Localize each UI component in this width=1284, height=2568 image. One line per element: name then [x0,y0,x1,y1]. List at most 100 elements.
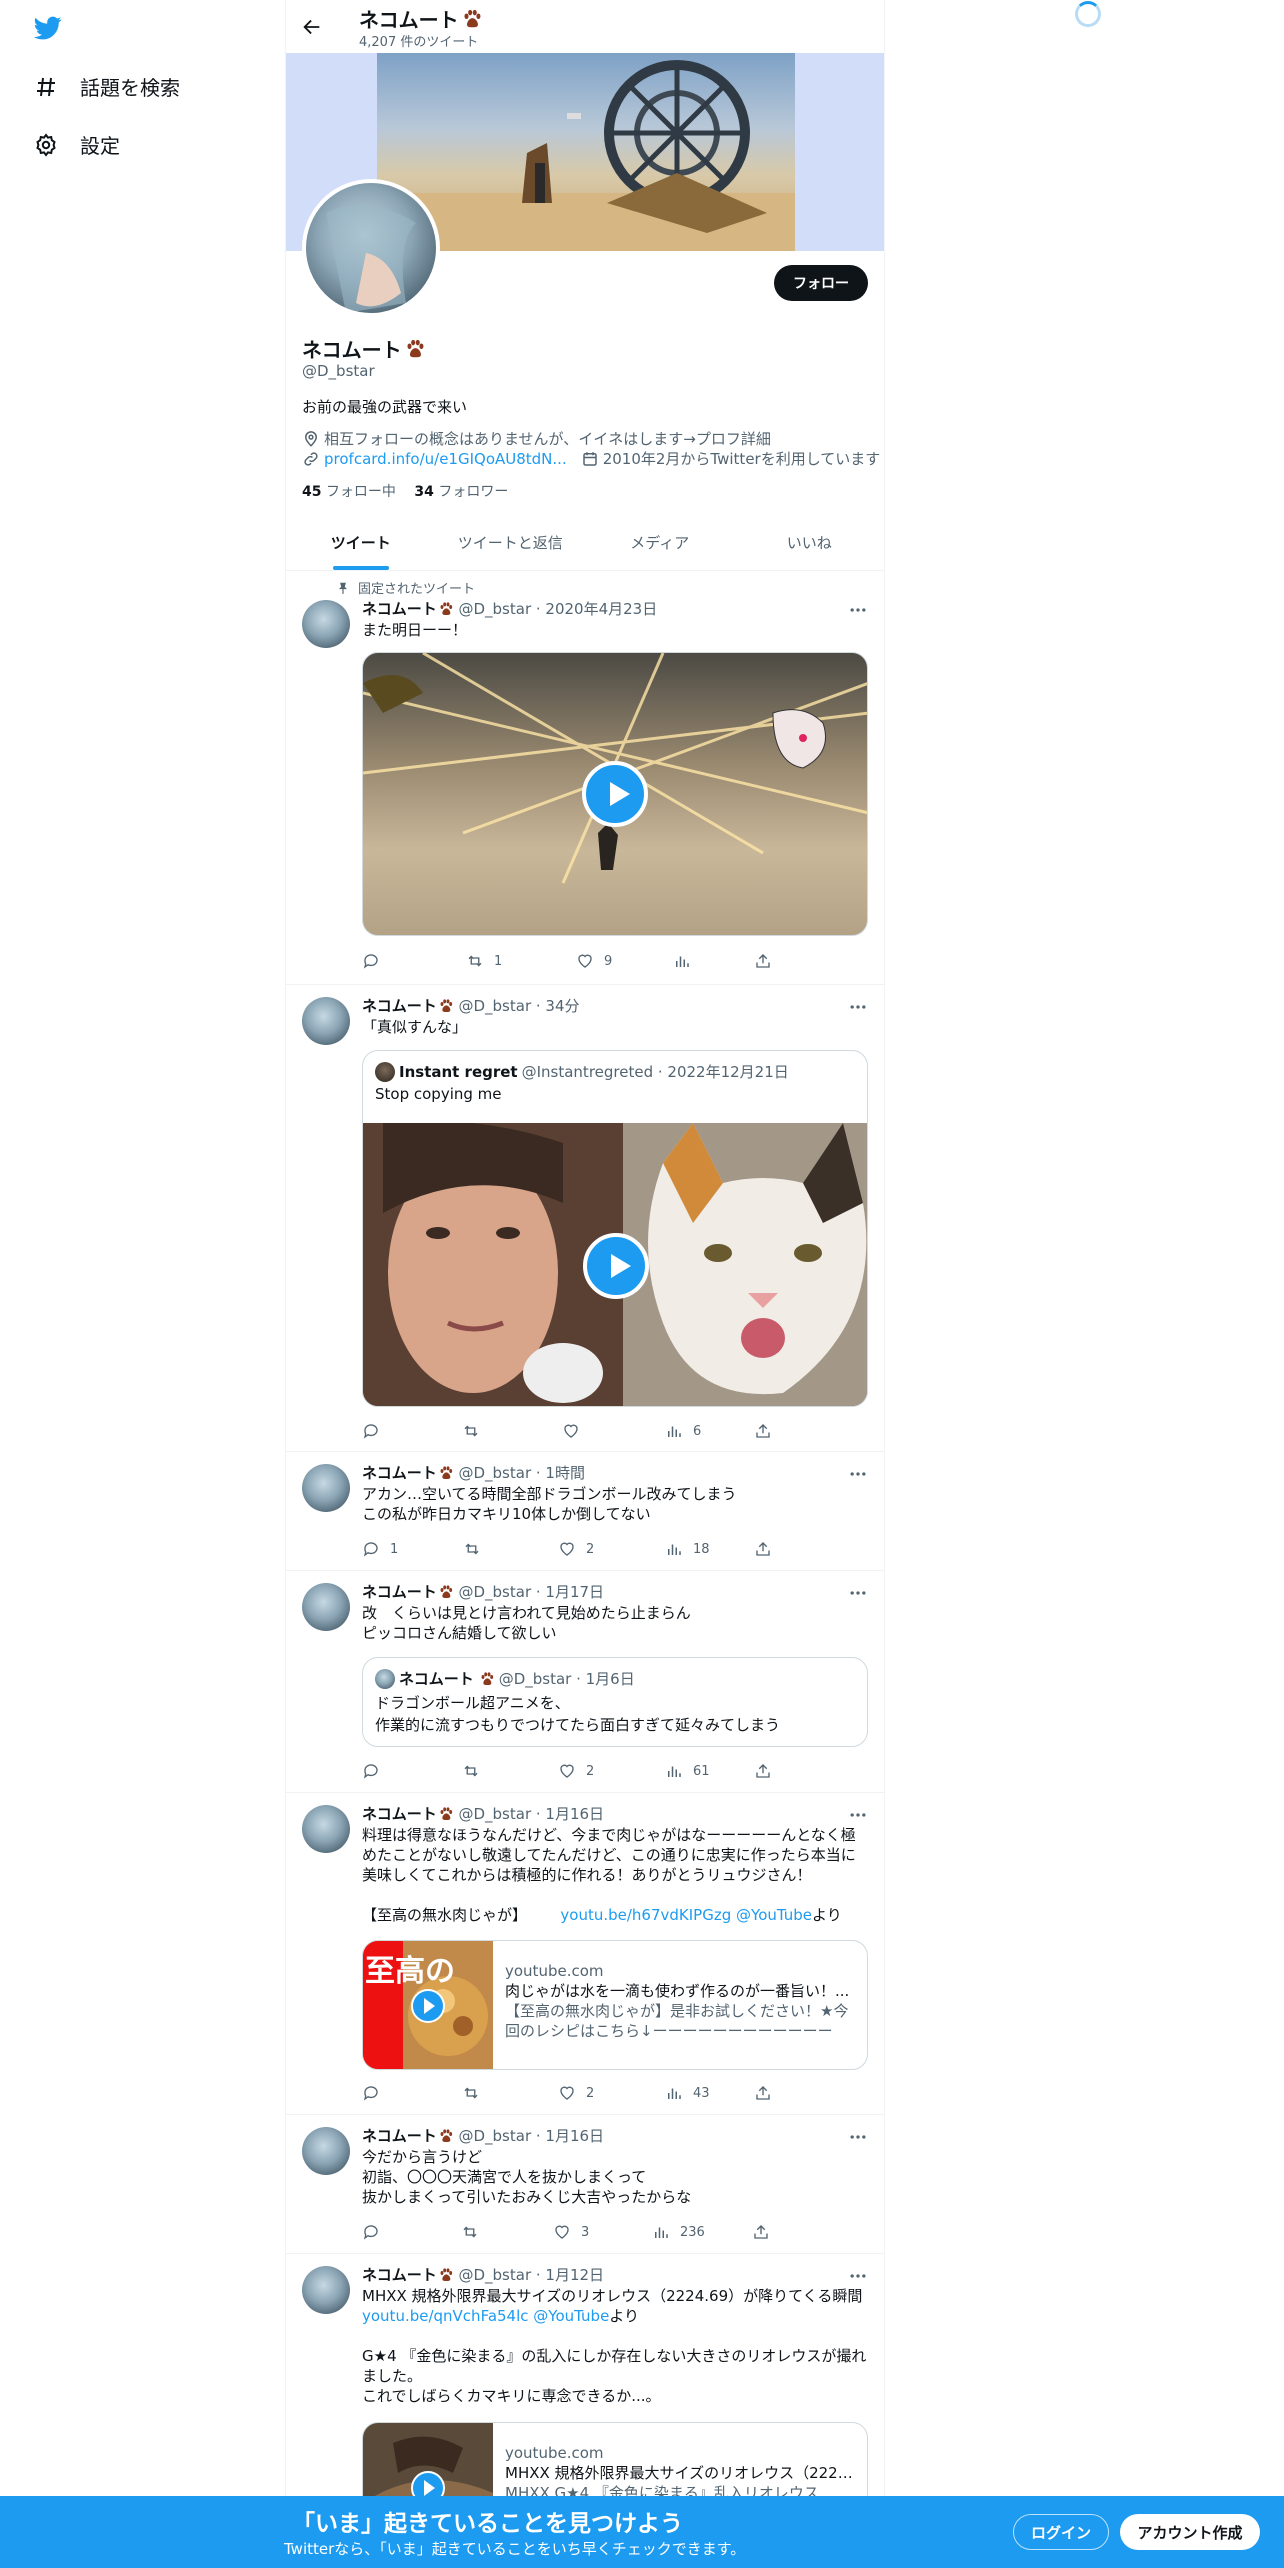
reply-button[interactable] [362,1762,380,1780]
avatar[interactable] [302,1805,350,1853]
signup-prompt-title: 「いま」起きていることを見つけよう [292,2511,683,2537]
more-icon[interactable] [848,997,868,1017]
views-button[interactable]: 236 [652,2223,705,2241]
avatar[interactable] [302,600,350,648]
retweet-button[interactable] [462,2084,480,2102]
tweet-author[interactable]: ネコムート [362,997,437,1015]
nav-explore[interactable]: 話題を検索 [34,72,180,101]
profile-url-link[interactable]: profcard.info/u/e1GIQoAU8tdN... [324,450,567,468]
play-button[interactable] [582,761,648,827]
reply-button[interactable] [362,952,380,970]
retweet-button[interactable]: 1 [466,952,502,970]
tweet-video[interactable] [362,652,868,936]
views-count: 43 [693,2085,710,2101]
more-icon[interactable] [848,1805,868,1825]
tweet-author[interactable]: ネコムート [362,1464,437,1482]
back-arrow-icon[interactable] [301,16,323,38]
quoted-tweet[interactable]: ネコムート @D_bstar · 1月6日 ドラゴンボール超アニメを、 作業的に流す… [362,1657,868,1747]
more-icon[interactable] [848,600,868,620]
quoted-tweet[interactable]: Instant regret @Instantregreted · 2022年12… [362,1050,868,1407]
tweet-text-line: ピッコロさん結婚して欲しい [362,1624,557,1642]
tab-tweets[interactable]: ツイート [286,514,436,570]
tweet-author[interactable]: ネコムート [362,2266,437,2284]
like-button[interactable] [562,1422,580,1440]
like-button[interactable]: 2 [558,2084,594,2102]
paw-icon [440,999,452,1012]
signup-button[interactable]: アカウント作成 [1120,2514,1260,2550]
reply-icon [363,1764,378,1779]
views-button[interactable] [673,952,691,970]
twitter-logo-icon[interactable] [32,14,64,42]
like-button[interactable]: 3 [553,2223,589,2241]
quote-video[interactable] [363,1123,867,1406]
more-icon[interactable] [848,2127,868,2147]
more-icon[interactable] [848,1464,868,1484]
tweet-item[interactable]: ネコムート @D_bstar · 1月16日 今だから言うけど 初詣、〇〇〇天満… [286,2115,884,2254]
tweet-item[interactable]: ネコムート @D_bstar · 1月16日 料理は得意なほうなんだけど、今まで… [286,1793,884,2115]
tweet-text-line: 抜かしまくって引いたおみくじ大吉やったからな [362,2188,692,2206]
retweet-button[interactable] [461,2223,479,2241]
retweet-button[interactable] [462,1762,480,1780]
tab-likes[interactable]: いいね [735,514,885,570]
login-button[interactable]: ログイン [1013,2514,1109,2550]
tweet-meta: @D_bstar · 1月17日 [458,1583,605,1601]
retweet-button[interactable] [462,1422,480,1440]
play-button[interactable] [411,1989,445,2023]
tweet-author[interactable]: ネコムート [362,1805,437,1823]
views-button[interactable]: 61 [665,1762,710,1780]
like-button[interactable]: 2 [558,1762,594,1780]
tweet-text-line: 初詣、〇〇〇天満宮で人を抜かしまくって [362,2168,647,2186]
tweet-link[interactable]: youtu.be/qnVchFa54lc [362,2307,529,2325]
avatar[interactable] [302,2127,350,2175]
follow-button[interactable]: フォロー [774,265,868,301]
link-card[interactable]: 至高の youtube.com 肉じゃがは水を一滴も使わず作るのが一番旨い！..… [362,1940,868,2070]
tweet-author[interactable]: ネコムート [362,600,437,618]
tab-tweets-and-replies[interactable]: ツイートと返信 [436,514,586,570]
tweet-item[interactable]: ネコムート @D_bstar · 34分 「真似すんな」 Instant reg… [286,985,884,1452]
tweet-author[interactable]: ネコムート [362,1583,437,1601]
tab-media[interactable]: メディア [585,514,735,570]
pinned-label: 固定されたツイート [336,578,475,597]
tweet-item[interactable]: ネコムート @D_bstar · 1時間 アカン…空いてる時間全部ドラゴンボール… [286,1452,884,1571]
reply-button[interactable]: 1 [362,1540,398,1558]
views-button[interactable]: 6 [665,1422,701,1440]
retweet-icon [468,955,482,967]
avatar[interactable] [302,997,350,1045]
views-button[interactable]: 43 [665,2084,710,2102]
share-button[interactable] [754,1762,772,1780]
tweet-text-line: これでしばらくカマキリに専念できるか...。 [362,2387,661,2405]
avatar[interactable] [302,1464,350,1512]
more-icon[interactable] [848,1583,868,1603]
link-icon [304,451,318,466]
retweet-button[interactable] [463,1540,481,1558]
share-button[interactable] [754,952,772,970]
tweet-meta: @D_bstar · 2020年4月23日 [458,600,658,618]
avatar[interactable] [302,2266,350,2314]
profile-avatar[interactable] [302,179,440,317]
avatar[interactable] [302,1583,350,1631]
followers-link[interactable]: 34 フォロワー [414,484,508,500]
like-button[interactable]: 2 [558,1540,594,1558]
share-button[interactable] [754,1540,772,1558]
tweet-link[interactable]: youtu.be/h67vdKIPGzg [560,1906,731,1924]
more-icon[interactable] [848,2266,868,2286]
views-bar-chart-icon [655,2227,668,2238]
nav-settings[interactable]: 設定 [34,130,120,159]
tweet-mention-link[interactable]: @YouTube [736,1906,812,1924]
share-button[interactable] [754,2084,772,2102]
reply-button[interactable] [362,1422,380,1440]
pin-icon [338,582,348,594]
tweet-item[interactable]: ネコムート @D_bstar · 1月17日 改 くらいは見とけ言われて見始めた… [286,1571,884,1793]
share-button[interactable] [754,1422,772,1440]
following-link[interactable]: 45 フォロー中 [302,484,396,500]
play-button[interactable] [583,1232,649,1299]
tweet-mention-link[interactable]: @YouTube [533,2307,609,2325]
reply-button[interactable] [362,2223,380,2241]
like-button[interactable]: 9 [576,952,612,970]
tweet-author[interactable]: ネコムート [362,2127,437,2145]
header-tweet-count: 4,207 件のツイート [359,35,479,50]
share-button[interactable] [752,2223,770,2241]
views-button[interactable]: 18 [665,1540,710,1558]
reply-button[interactable] [362,2084,380,2102]
tweet-item[interactable]: 固定されたツイート ネコムート @D_bstar · 2020年4月23日 また… [286,572,884,985]
